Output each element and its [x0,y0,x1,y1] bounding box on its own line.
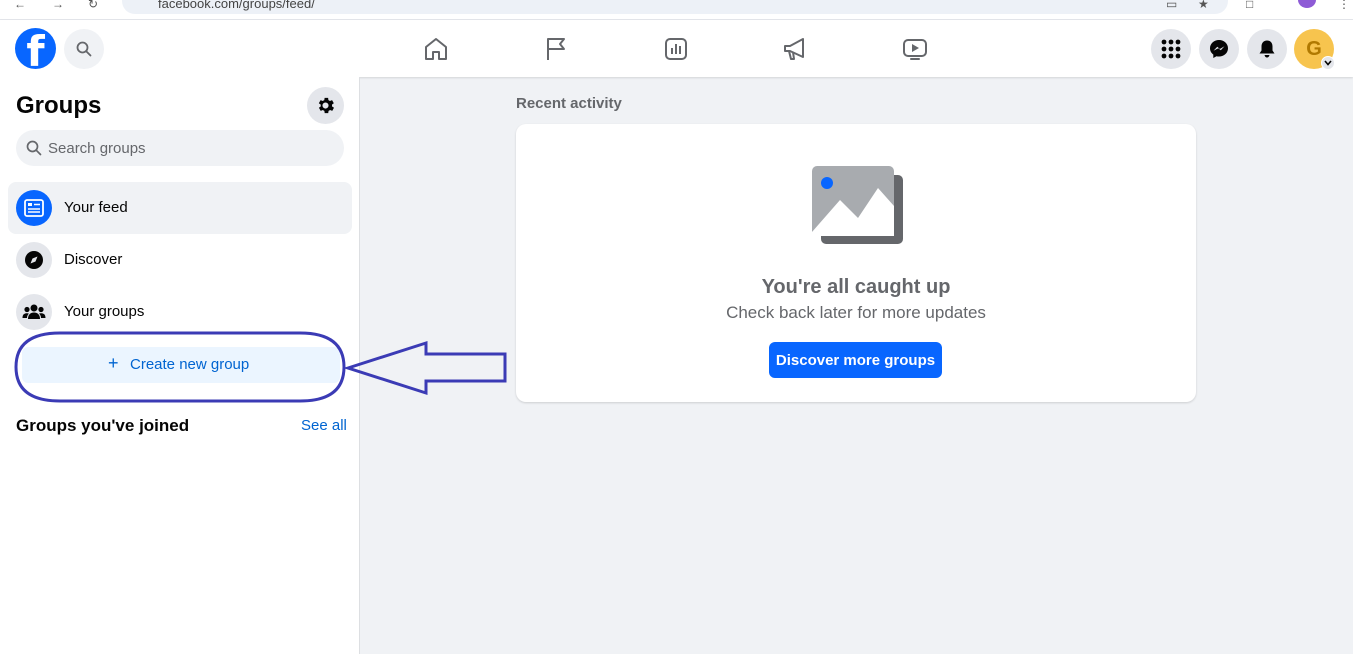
bookmark-star-icon[interactable]: ★ [1198,0,1209,10]
sidebar-item-your-feed[interactable]: Your feed [8,182,352,234]
home-icon [425,38,447,60]
recent-activity-heading: Recent activity [516,95,622,112]
empty-state-title: You're all caught up [761,276,951,298]
image-placeholder-icon [812,166,903,244]
logo-letter: f [26,28,45,70]
pages-tab[interactable] [540,33,572,65]
annotation-arrow [343,340,507,396]
search-icon [26,140,42,156]
flag-icon [547,38,565,60]
browser-toolbar: ← → ↻ facebook.com/groups/feed/ ▭ ★ □ ⋮ [0,0,1353,20]
chart-icon [665,38,687,60]
home-tab[interactable] [420,33,452,65]
screen-share-icon[interactable]: ▭ [1166,0,1177,10]
empty-state-card: You're all caught up Check back later fo… [516,124,1196,402]
ads-tab[interactable] [660,33,692,65]
campaign-tab[interactable] [779,33,811,65]
sidebar-item-label: Your groups [64,303,145,320]
notifications-button[interactable] [1247,29,1287,69]
grid-menu-icon [1161,39,1181,59]
sidebar-item-label: Your feed [64,199,128,216]
extensions-icon[interactable]: □ [1246,0,1253,10]
people-icon [16,294,52,330]
top-navigation: f G [0,20,1353,77]
settings-button[interactable] [307,87,344,124]
groups-sidebar: Groups Your feed [0,77,360,654]
address-text: facebook.com/groups/feed/ [158,0,315,11]
address-bar[interactable]: facebook.com/groups/feed/ [122,0,1228,14]
create-new-group-button[interactable]: + Create new group [22,347,340,383]
feed-icon [16,190,52,226]
see-all-link[interactable]: See all [301,417,347,434]
search-icon [76,41,92,57]
forward-icon[interactable]: → [52,0,64,10]
chevron-down-icon [1324,60,1332,66]
video-icon [903,39,927,60]
discover-more-groups-button[interactable]: Discover more groups [769,342,942,378]
search-button[interactable] [64,29,104,69]
reload-icon[interactable]: ↻ [88,0,98,10]
groups-joined-heading: Groups you've joined [16,416,190,435]
account-chevron-icon[interactable] [1321,56,1335,70]
sidebar-item-label: Discover [64,251,123,268]
compass-icon [16,242,52,278]
sidebar-item-discover[interactable]: Discover [8,234,352,286]
page-title: Groups [16,92,102,119]
back-icon[interactable]: ← [14,0,26,10]
plus-icon: + [108,353,119,373]
bell-icon [1259,40,1275,58]
messenger-button[interactable] [1199,29,1239,69]
gear-icon [318,97,334,114]
browser-profile-icon[interactable] [1298,0,1316,8]
video-tab[interactable] [899,33,931,65]
browser-menu-icon[interactable]: ⋮ [1338,0,1350,10]
search-groups-field[interactable] [16,130,344,166]
search-groups-input[interactable] [48,130,328,166]
empty-state-subtitle: Check back later for more updates [726,303,986,322]
menu-button[interactable] [1151,29,1191,69]
create-new-group-label: Create new group [130,356,250,373]
sidebar-item-your-groups[interactable]: Your groups [8,286,352,338]
megaphone-icon [784,38,804,60]
facebook-logo-icon[interactable]: f [15,28,56,69]
messenger-icon [1210,40,1228,58]
